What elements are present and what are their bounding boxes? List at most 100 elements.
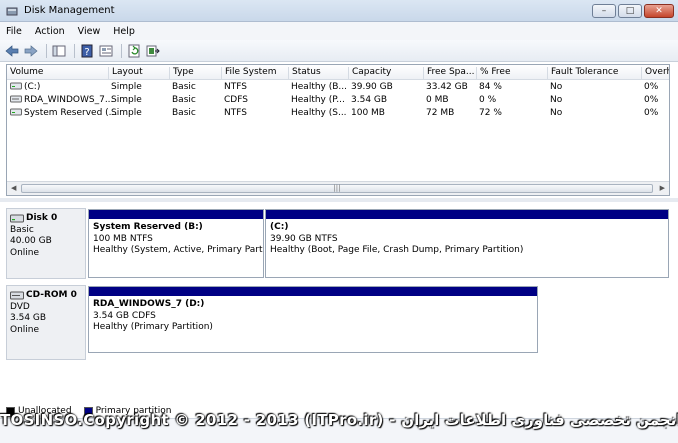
cd-rom-0-label[interactable]: CD-ROM 0 DVD 3.54 GB Online xyxy=(6,285,86,360)
toolbar-separator xyxy=(46,43,47,58)
horizontal-scrollbar[interactable]: ◀ ||| ▶ xyxy=(7,181,669,195)
partition-c[interactable]: (C:) 39.90 GB NTFS Healthy (Boot, Page F… xyxy=(265,209,669,278)
close-button[interactable]: ✕ xyxy=(644,4,674,18)
toolbar-separator xyxy=(74,43,75,58)
cd-rom-icon xyxy=(10,291,24,300)
capacity-cell: 3.54 GB xyxy=(351,95,388,105)
partition-status: Healthy (System, Active, Primary Partiti… xyxy=(93,245,264,255)
maximize-button[interactable]: □ xyxy=(618,4,642,18)
free-space-cell: 33.42 GB xyxy=(426,82,468,92)
overhead-cell: 0% xyxy=(644,95,659,105)
disk-type: DVD xyxy=(10,301,30,312)
volume-list-header: Volume Layout Type File System Status Ca… xyxy=(7,65,669,80)
forward-icon[interactable] xyxy=(23,43,39,59)
file-system-cell: CDFS xyxy=(224,95,248,105)
fault-tolerance-cell: No xyxy=(550,95,563,105)
volume-cell: (C:) xyxy=(7,82,40,92)
table-row[interactable]: System Reserved (... Simple Basic NTFS H… xyxy=(7,107,669,120)
cd-rom-0-name: CD-ROM 0 xyxy=(10,290,82,302)
disk-0-label[interactable]: Disk 0 Basic 40.00 GB Online xyxy=(6,208,86,279)
menu-view[interactable]: View xyxy=(78,26,101,37)
table-row[interactable]: RDA_WINDOWS_7... Simple Basic CDFS Healt… xyxy=(7,94,669,107)
percent-free-cell: 0 % xyxy=(479,95,497,105)
percent-free-cell: 72 % xyxy=(479,108,502,118)
column-header-percent-free[interactable]: % Free xyxy=(476,67,511,80)
partition-size-fs: 100 MB NTFS xyxy=(93,233,153,244)
help-icon[interactable]: ? xyxy=(79,43,95,59)
refresh-icon[interactable] xyxy=(126,43,142,59)
type-cell: Basic xyxy=(172,95,196,105)
primary-partition-band xyxy=(89,287,537,296)
status-cell: Healthy (P... xyxy=(291,95,345,105)
scroll-left-icon[interactable]: ◀ xyxy=(11,184,16,192)
layout-cell: Simple xyxy=(111,108,142,118)
column-header-capacity[interactable]: Capacity xyxy=(348,67,391,80)
toolbar-separator xyxy=(121,43,122,58)
table-row[interactable]: (C:) Simple Basic NTFS Healthy (B... 39.… xyxy=(7,81,669,94)
menu-action[interactable]: Action xyxy=(35,26,65,37)
partition-system-reserved[interactable]: System Reserved (B:) 100 MB NTFS Healthy… xyxy=(88,209,264,278)
partition-status: Healthy (Primary Partition) xyxy=(93,322,213,332)
properties-icon[interactable] xyxy=(98,43,114,59)
column-header-volume[interactable]: Volume xyxy=(7,67,43,80)
pane-splitter[interactable] xyxy=(0,198,678,202)
partition-size-fs: 3.54 GB CDFS xyxy=(93,310,156,321)
fault-tolerance-cell: No xyxy=(550,82,563,92)
export-list-icon[interactable] xyxy=(145,43,161,59)
overhead-cell: 0% xyxy=(644,108,659,118)
primary-partition-band xyxy=(89,210,263,219)
disk-name: CD-ROM 0 xyxy=(26,290,77,300)
drive-icon xyxy=(10,108,22,116)
status-cell: Healthy (B... xyxy=(291,82,348,92)
status-cell: Healthy (S... xyxy=(291,108,347,118)
column-header-overhead[interactable]: Overhe xyxy=(641,67,669,80)
percent-free-cell: 84 % xyxy=(479,82,502,92)
minimize-button[interactable]: – xyxy=(592,4,616,18)
layout-cell: Simple xyxy=(111,95,142,105)
fault-tolerance-cell: No xyxy=(550,108,563,118)
partition-details: System Reserved (B:) 100 MB NTFS Healthy… xyxy=(89,219,263,260)
window-title: Disk Management xyxy=(24,5,115,16)
file-system-cell: NTFS xyxy=(224,82,247,92)
disk-management-app-icon xyxy=(6,7,18,16)
capacity-cell: 39.90 GB xyxy=(351,82,393,92)
partition-d[interactable]: RDA_WINDOWS_7 (D:) 3.54 GB CDFS Healthy … xyxy=(88,286,538,353)
disk-name: Disk 0 xyxy=(26,213,58,223)
volume-cell: RDA_WINDOWS_7... xyxy=(7,95,113,105)
partition-title: RDA_WINDOWS_7 (D:) xyxy=(93,299,205,309)
cd-drive-icon xyxy=(10,95,22,103)
column-header-status[interactable]: Status xyxy=(288,67,321,80)
disk-0-name: Disk 0 xyxy=(10,213,82,225)
layout-cell: Simple xyxy=(111,82,142,92)
menu-bar: File Action View Help xyxy=(0,22,678,40)
column-header-type[interactable]: Type xyxy=(169,67,194,80)
console-tree-icon[interactable] xyxy=(51,43,67,59)
column-header-layout[interactable]: Layout xyxy=(108,67,143,80)
title-bar: Disk Management – □ ✕ xyxy=(0,0,678,22)
disk-graphical-pane: Disk 0 Basic 40.00 GB Online System Rese… xyxy=(6,203,670,399)
file-system-cell: NTFS xyxy=(224,108,247,118)
type-cell: Basic xyxy=(172,82,196,92)
disk-status: Online xyxy=(10,247,40,258)
disk-status: Online xyxy=(10,324,40,335)
column-header-free-space[interactable]: Free Spa... xyxy=(423,67,474,80)
partition-title: (C:) xyxy=(270,222,289,232)
partition-title: System Reserved (B:) xyxy=(93,222,203,232)
window-controls: – □ ✕ xyxy=(592,4,674,18)
svg-text:?: ? xyxy=(84,47,89,58)
drive-icon xyxy=(10,82,22,90)
free-space-cell: 0 MB xyxy=(426,95,449,105)
column-header-fault-tolerance[interactable]: Fault Tolerance xyxy=(547,67,618,80)
capacity-cell: 100 MB xyxy=(351,108,385,118)
menu-file[interactable]: File xyxy=(6,26,22,37)
volume-list-pane[interactable]: Volume Layout Type File System Status Ca… xyxy=(6,64,670,196)
back-icon[interactable] xyxy=(4,43,20,59)
column-header-file-system[interactable]: File System xyxy=(221,67,276,80)
scrollbar-thumb[interactable]: ||| xyxy=(21,184,653,193)
overhead-cell: 0% xyxy=(644,82,659,92)
partition-details: RDA_WINDOWS_7 (D:) 3.54 GB CDFS Healthy … xyxy=(89,296,537,337)
partition-status: Healthy (Boot, Page File, Crash Dump, Pr… xyxy=(270,245,524,255)
scroll-right-icon[interactable]: ▶ xyxy=(660,184,665,192)
partition-size-fs: 39.90 GB NTFS xyxy=(270,233,338,244)
menu-help[interactable]: Help xyxy=(113,26,135,37)
